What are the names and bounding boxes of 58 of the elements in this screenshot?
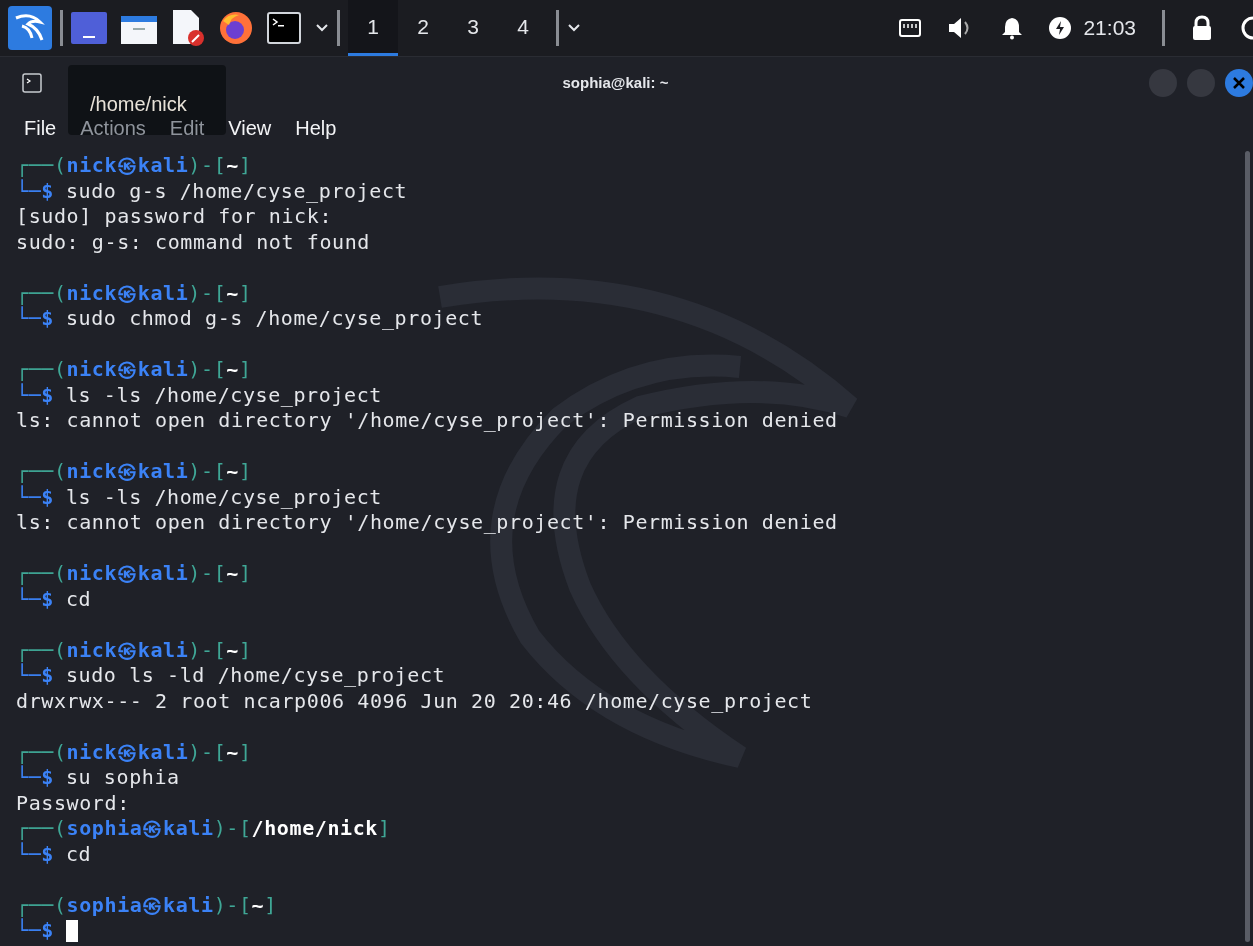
command-text: cd: [65, 586, 92, 612]
scrollbar[interactable]: [1245, 151, 1250, 942]
prompt-symbol: └─$: [16, 841, 54, 867]
workspace-tab[interactable]: 2: [398, 0, 448, 56]
prompt-line: ┌──(nick㉿kali)-[~]: [16, 280, 253, 306]
command-text: su sophia: [65, 765, 180, 791]
prompt-symbol: └─$: [16, 586, 54, 612]
command-text: sudo chmod g-s /home/cyse_project: [65, 306, 484, 332]
prompt-symbol: └─$: [16, 382, 54, 408]
prompt-line: ┌──(nick㉿kali)-[~]: [16, 153, 253, 179]
prompt-symbol: └─$: [16, 918, 54, 944]
command-text: sudo ls -ld /home/cyse_project: [65, 663, 446, 689]
workspace-tab[interactable]: 1: [348, 0, 398, 56]
output-line: sudo: g-s: command not found: [16, 229, 371, 255]
prompt-symbol: └─$: [16, 306, 54, 332]
prompt-line: ┌──(sophia㉿kali)-[~]: [16, 892, 278, 918]
caret-icon[interactable]: [315, 23, 329, 33]
dragon-menu-icon[interactable]: [8, 6, 52, 50]
menu-item[interactable]: File: [24, 113, 57, 143]
command-text: ls -ls /home/cyse_project: [65, 484, 382, 510]
output-line: Password:: [16, 790, 131, 816]
prompt-line: ┌──(sophia㉿kali)-[/home/nick]: [16, 816, 392, 842]
prompt-line: ┌──(nick㉿kali)-[~]: [16, 459, 253, 485]
command-text: sudo g-s /home/cyse_project: [65, 178, 408, 204]
output-line: ls: cannot open directory '/home/cyse_project': Permission denied: [16, 510, 839, 536]
prompt-line: ┌──(nick㉿kali)-[~]: [16, 561, 253, 587]
workspace-tab[interactable]: 4: [498, 0, 548, 56]
output-line: [sudo] password for nick:: [16, 204, 334, 230]
prompt-symbol: └─$: [16, 765, 54, 791]
prompt-symbol: └─$: [16, 484, 54, 510]
prompt-line: ┌──(nick㉿kali)-[~]: [16, 637, 253, 663]
menu-item[interactable]: Help: [295, 113, 337, 143]
prompt-line: ┌──(nick㉿kali)-[~]: [16, 357, 253, 383]
workspace-tab[interactable]: 3: [448, 0, 498, 56]
text-editor-icon[interactable]: [171, 10, 205, 46]
prompt-line: ┌──(nick㉿kali)-[~]: [16, 739, 253, 765]
command-text: cd: [65, 841, 92, 867]
bell-icon[interactable]: [1001, 16, 1024, 40]
terminal-icon: [22, 73, 42, 93]
firefox-icon[interactable]: [219, 11, 253, 45]
power-icon[interactable]: [1049, 17, 1072, 39]
desktop-icon[interactable]: [71, 12, 107, 44]
menu-item[interactable]: Actions: [80, 113, 146, 143]
terminal-icon[interactable]: [267, 12, 301, 44]
command-text: ls -ls /home/cyse_project: [65, 382, 382, 408]
window-title: sophia@kali: ~: [562, 72, 669, 93]
clock: 21:03: [1083, 15, 1136, 42]
caret-icon[interactable]: [567, 23, 581, 33]
output-line: ls: cannot open directory '/home/cyse_project': Permission denied: [16, 408, 839, 434]
prompt-symbol: └─$: [16, 178, 54, 204]
prompt-symbol: └─$: [16, 663, 54, 689]
menu-item[interactable]: Edit: [169, 113, 205, 143]
lock-icon[interactable]: [1191, 15, 1213, 41]
output-line: drwxrwx--- 2 root ncarp006 4096 Jun 20 20:46 /home/cyse_project: [16, 688, 814, 714]
close-button[interactable]: [1225, 69, 1253, 97]
network-icon[interactable]: [899, 19, 922, 37]
close-icon: [1233, 77, 1245, 89]
menu-item[interactable]: View: [228, 113, 272, 143]
